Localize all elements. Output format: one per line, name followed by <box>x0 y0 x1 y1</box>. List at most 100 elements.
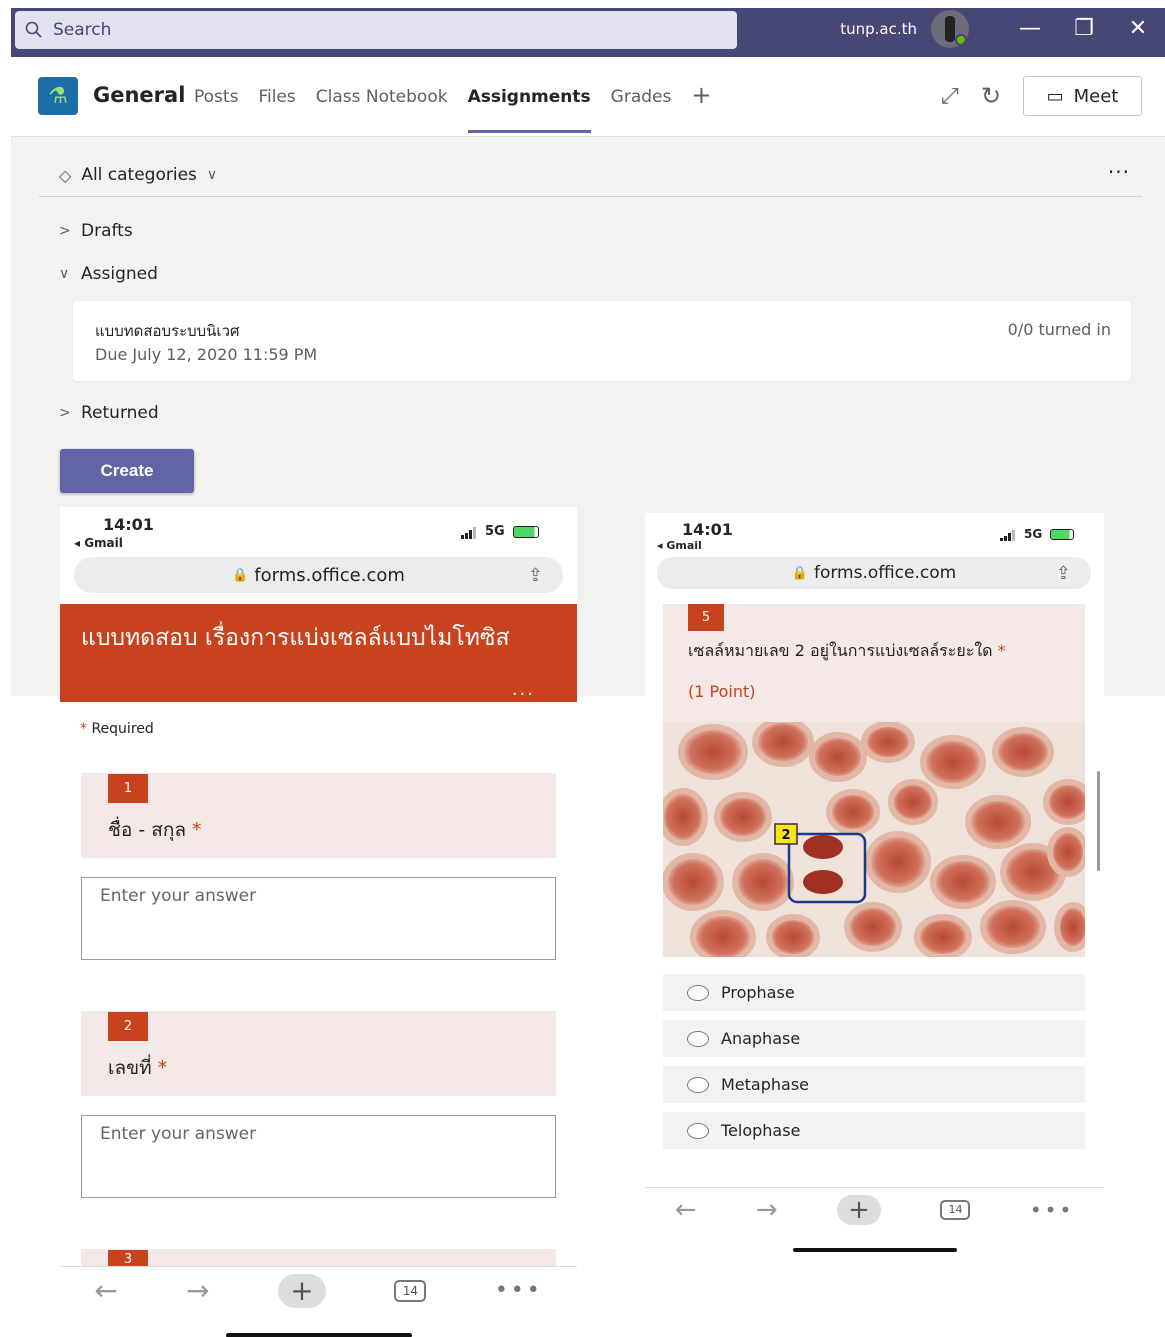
search-icon <box>25 21 42 38</box>
minimize-icon[interactable]: — <box>1003 16 1057 41</box>
tab-count-icon[interactable]: 14 <box>394 1279 427 1302</box>
answer-input-2[interactable]: Enter your answer <box>81 1115 556 1198</box>
share-icon[interactable]: ⇪ <box>528 565 543 586</box>
more-icon[interactable]: ••• <box>495 1278 543 1303</box>
category-label: All categories <box>81 165 197 185</box>
back-arrow-icon[interactable]: ← <box>675 1195 697 1225</box>
new-tab-icon[interactable]: + <box>277 1273 326 1308</box>
question-text: เลขที่ * <box>108 1057 168 1079</box>
restore-icon[interactable]: ❐ <box>1057 16 1111 41</box>
radio-button[interactable] <box>687 1030 709 1047</box>
forward-arrow-icon[interactable]: → <box>756 1195 778 1225</box>
battery-icon <box>512 525 539 538</box>
category-filter[interactable]: ◇ All categories ∨ <box>59 165 217 185</box>
assignment-card[interactable]: แบบทดสอบระบบนิเวศ Due July 12, 2020 11:5… <box>73 301 1131 381</box>
team-logo-icon: ⚗ <box>38 77 78 115</box>
url-bar[interactable]: 🔒 forms.office.com ⇪ <box>657 557 1091 589</box>
option-telophase[interactable]: Telophase <box>663 1112 1085 1149</box>
home-indicator <box>793 1248 957 1252</box>
cell-micrograph-image: 2 <box>663 722 1085 957</box>
option-prophase[interactable]: Prophase <box>663 974 1085 1011</box>
section-label: Drafts <box>81 221 133 241</box>
option-label: Anaphase <box>721 1029 801 1048</box>
tab-count-icon[interactable]: 14 <box>940 1199 971 1220</box>
chevron-down-icon: ∨ <box>206 167 218 183</box>
url-text: forms.office.com <box>813 563 957 583</box>
back-arrow-icon[interactable]: ← <box>94 1274 117 1307</box>
form-title: แบบทดสอบ เรื่องการแบ่งเซลล์แบบไมโทซิส <box>81 625 510 651</box>
assignment-title: แบบทดสอบระบบนิเวศ <box>95 322 240 340</box>
tab-posts[interactable]: Posts <box>194 87 238 131</box>
question-number: 5 <box>688 604 724 631</box>
radio-button[interactable] <box>687 1122 709 1139</box>
title-bar: Search tunp.ac.th — ❐ ✕ <box>11 8 1165 57</box>
expand-icon[interactable]: ⤢ <box>941 84 959 109</box>
scrollbar[interactable] <box>1097 771 1100 871</box>
tab-files[interactable]: Files <box>258 87 295 131</box>
home-indicator <box>226 1333 412 1337</box>
tab-assignments[interactable]: Assignments <box>467 87 591 133</box>
micrograph-drawing: 2 <box>663 722 1085 957</box>
answer-input-1[interactable]: Enter your answer <box>81 877 556 960</box>
network-label: 5G <box>485 524 505 539</box>
filter-bar: ◇ All categories ∨ ··· <box>39 146 1142 197</box>
cell-number-label: 2 <box>781 828 790 843</box>
meet-label: Meet <box>1073 85 1119 107</box>
back-to-app[interactable]: ◂ Gmail <box>657 539 702 552</box>
chevron-right-icon: > <box>59 223 71 239</box>
question-number: 2 <box>108 1012 148 1041</box>
add-tab-icon[interactable]: + <box>691 81 711 125</box>
signal-icon <box>461 524 477 539</box>
url-text: forms.office.com <box>254 564 405 586</box>
forward-arrow-icon[interactable]: → <box>186 1274 209 1307</box>
back-to-app[interactable]: ◂ Gmail <box>74 536 123 550</box>
search-input[interactable]: Search <box>15 11 737 49</box>
option-label: Metaphase <box>721 1075 810 1094</box>
org-name: tunp.ac.th <box>840 19 917 38</box>
battery-icon <box>1050 528 1075 540</box>
search-placeholder: Search <box>53 20 112 40</box>
radio-button[interactable] <box>687 984 709 1001</box>
form-banner: แบบทดสอบ เรื่องการแบ่งเซลล์แบบไมโทซิส ..… <box>60 604 577 702</box>
question-2: 2 เลขที่ * <box>81 1011 556 1096</box>
phone-screenshot-left: 14:01 ◂ Gmail 5G 🔒 forms.office.com ⇪ แบ… <box>60 507 577 1337</box>
section-returned[interactable]: > Returned <box>59 403 159 423</box>
lock-icon: 🔒 <box>791 565 808 581</box>
video-camera-icon: ▭ <box>1046 85 1064 107</box>
required-note: * Required <box>80 721 154 737</box>
tag-icon: ◇ <box>59 165 72 185</box>
presence-available-icon <box>955 33 967 46</box>
option-anaphase[interactable]: Anaphase <box>663 1020 1085 1057</box>
more-options-icon[interactable]: ··· <box>1108 160 1130 184</box>
section-assigned[interactable]: ∨ Assigned <box>59 264 158 284</box>
question-1: 1 ชื่อ - สกุล * <box>81 773 556 858</box>
close-icon[interactable]: ✕ <box>1111 16 1165 41</box>
more-icon[interactable]: ••• <box>1030 1198 1074 1222</box>
question-text: ชื่อ - สกุล * <box>108 819 202 841</box>
status-time: 14:01 <box>682 520 733 539</box>
meet-button[interactable]: ▭ Meet <box>1023 76 1142 116</box>
question-5: 5 เซลล์หมายเลข 2 อยู่ในการแบ่งเซลล์ระยะใ… <box>663 604 1085 722</box>
section-drafts[interactable]: > Drafts <box>59 221 133 241</box>
lock-icon: 🔒 <box>232 567 249 583</box>
refresh-icon[interactable]: ↻ <box>981 82 1001 110</box>
url-bar[interactable]: 🔒 forms.office.com ⇪ <box>74 557 563 593</box>
tab-grades[interactable]: Grades <box>611 87 672 131</box>
radio-button[interactable] <box>687 1076 709 1093</box>
question-3: 3 <box>81 1249 556 1267</box>
avatar[interactable] <box>931 9 969 48</box>
status-time: 14:01 <box>103 515 154 534</box>
assignment-due-date: Due July 12, 2020 11:59 PM <box>95 345 318 364</box>
banner-more-icon[interactable]: ... <box>512 679 535 700</box>
share-icon[interactable]: ⇪ <box>1056 563 1071 584</box>
channel-header: ⚗ General Posts Files Class Notebook Ass… <box>11 57 1165 137</box>
network-label: 5G <box>1024 527 1043 541</box>
new-tab-icon[interactable]: + <box>837 1194 882 1225</box>
status-signal: 5G <box>1000 527 1075 541</box>
option-metaphase[interactable]: Metaphase <box>663 1066 1085 1103</box>
create-button[interactable]: Create <box>60 449 194 493</box>
browser-toolbar: ← → + 14 ••• <box>60 1266 577 1314</box>
channel-tabs: Posts Files Class Notebook Assignments G… <box>194 81 731 133</box>
tab-class-notebook[interactable]: Class Notebook <box>316 87 448 131</box>
channel-name: General <box>93 83 186 107</box>
